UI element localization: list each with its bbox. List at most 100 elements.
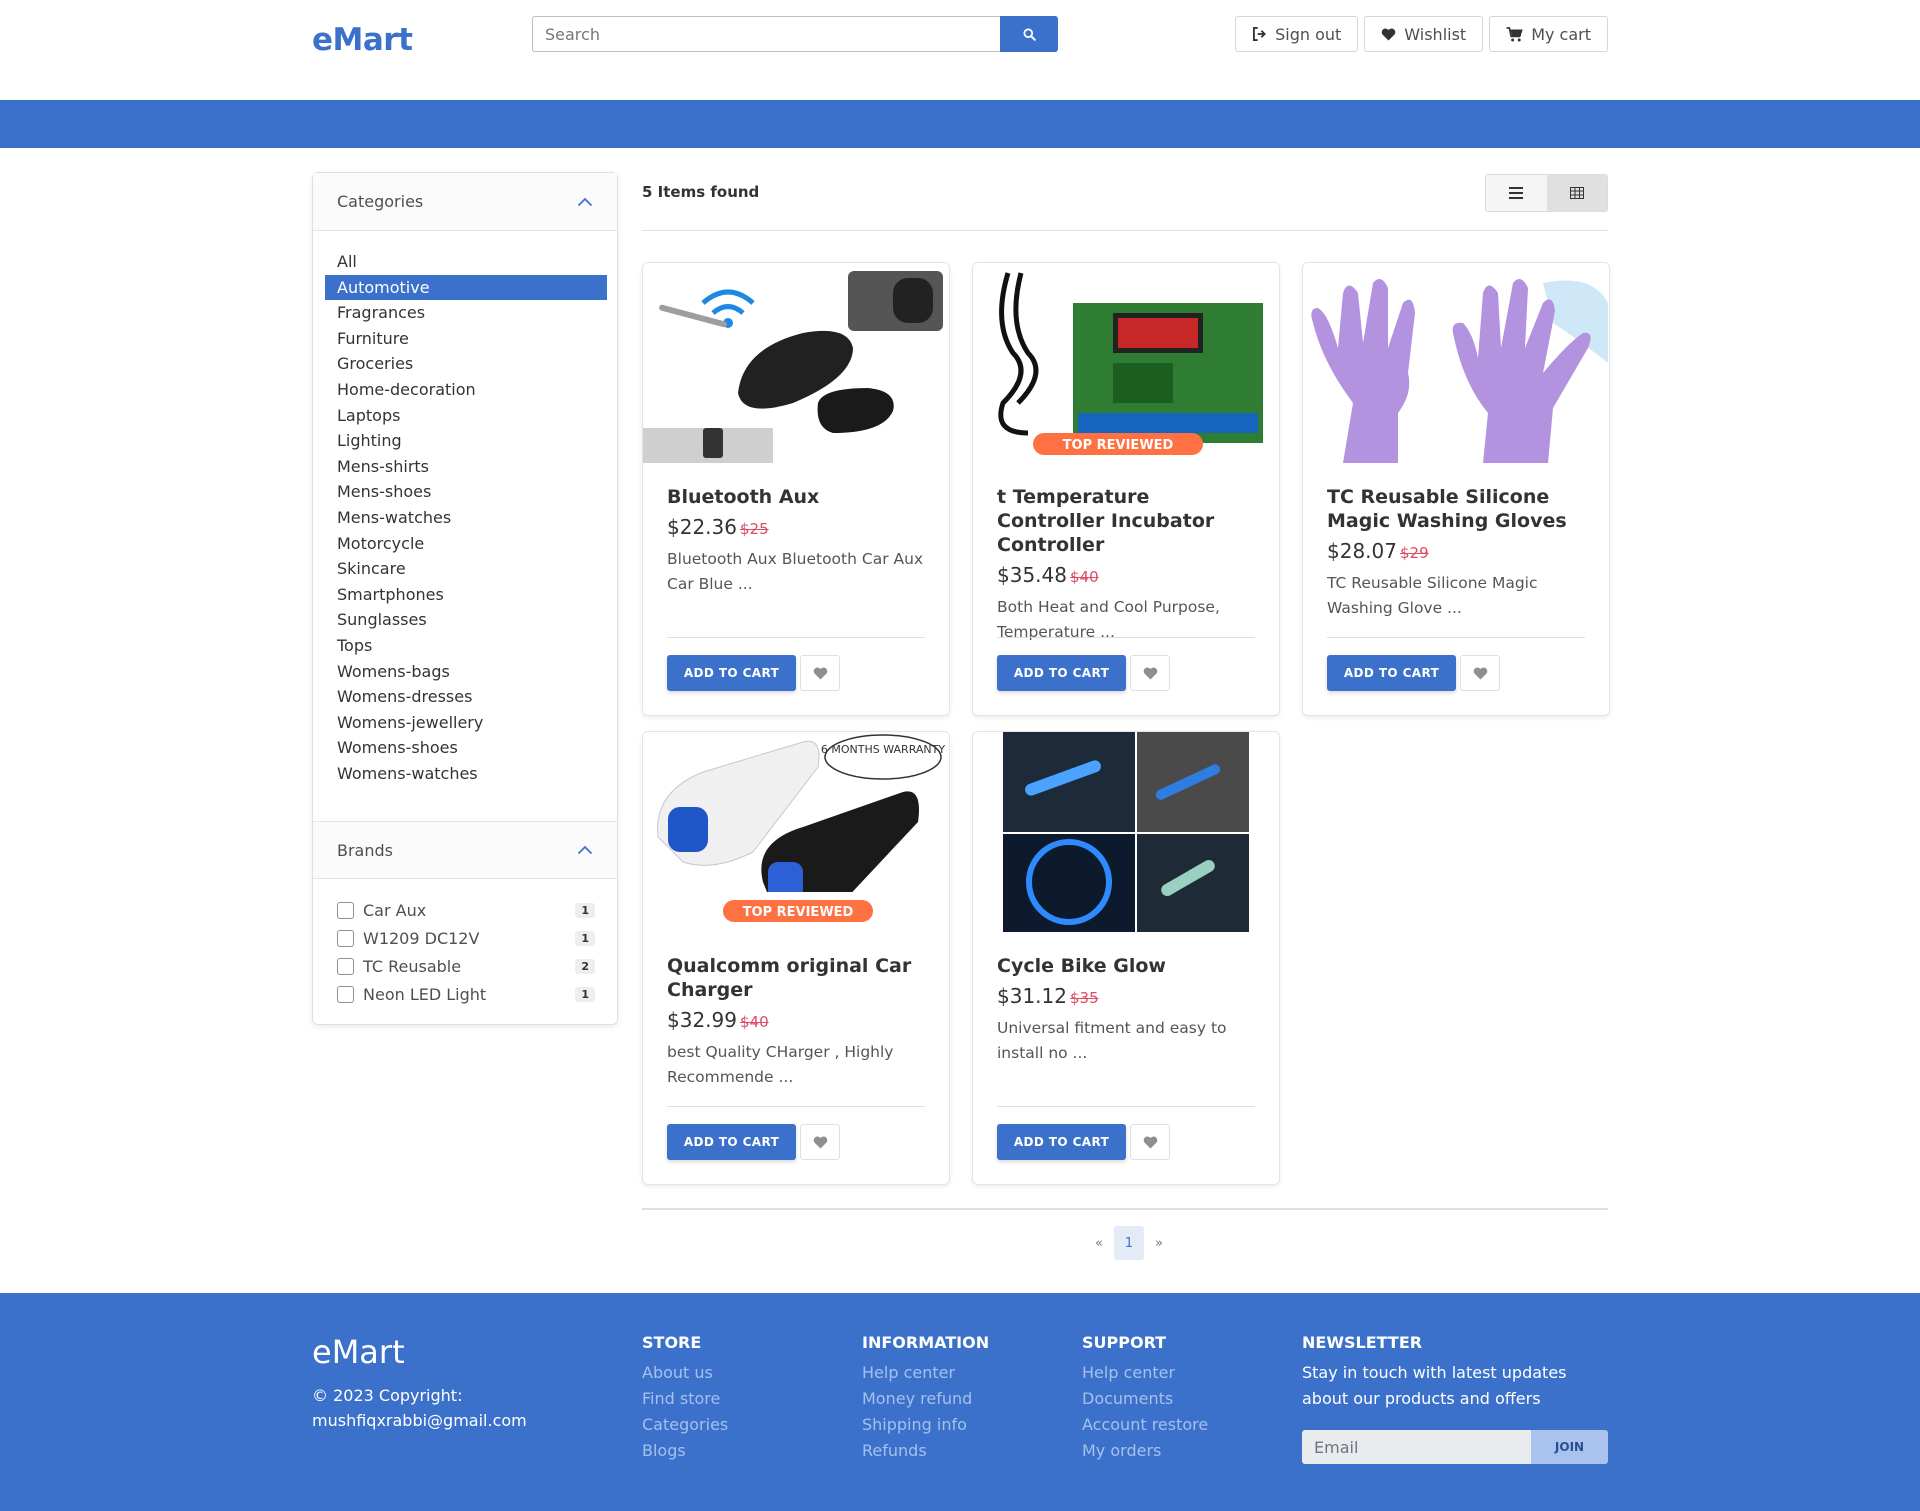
product-image[interactable] <box>1303 263 1609 463</box>
category-item-furniture[interactable]: Furniture <box>325 326 607 352</box>
category-item-mens-watches[interactable]: Mens-watches <box>325 505 607 531</box>
product-title[interactable]: Cycle Bike Glow <box>997 954 1255 978</box>
add-to-cart-button[interactable]: ADD TO CART <box>667 1124 796 1160</box>
add-to-wishlist-button[interactable] <box>800 655 840 691</box>
divider <box>997 1106 1255 1107</box>
category-item-womens-dresses[interactable]: Womens-dresses <box>325 684 607 710</box>
list-view-button[interactable] <box>1486 175 1547 211</box>
category-item-motorcycle[interactable]: Motorcycle <box>325 531 607 557</box>
footer-link-find-store[interactable]: Find store <box>642 1386 728 1412</box>
sign-out-button[interactable]: Sign out <box>1235 16 1359 52</box>
footer-link-shipping-info[interactable]: Shipping info <box>862 1412 989 1438</box>
search-input[interactable] <box>532 16 1000 52</box>
brand-checkbox[interactable] <box>337 930 354 948</box>
brands-header[interactable]: Brands <box>313 821 617 879</box>
footer-link-help-center[interactable]: Help center <box>862 1360 989 1386</box>
product-title[interactable]: TC Reusable Silicone Magic Washing Glove… <box>1327 485 1585 533</box>
pagination-page[interactable]: 1 <box>1114 1226 1144 1260</box>
footer-link-documents[interactable]: Documents <box>1082 1386 1208 1412</box>
footer-information-column: INFORMATION Help center Money refund Shi… <box>862 1333 989 1464</box>
brand-item[interactable]: TC Reusable 2 <box>337 953 595 981</box>
category-item-tops[interactable]: Tops <box>325 633 607 659</box>
category-item-womens-bags[interactable]: Womens-bags <box>325 659 607 685</box>
product-card: Cycle Bike Glow $31.12 $35 Universal fitm… <box>972 731 1280 1185</box>
footer-logo: eMart <box>312 1333 405 1371</box>
add-to-cart-button[interactable]: ADD TO CART <box>997 1124 1126 1160</box>
newsletter-join-button[interactable]: JOIN <box>1531 1430 1608 1464</box>
footer-link-my-orders[interactable]: My orders <box>1082 1438 1208 1464</box>
chevron-up-icon[interactable] <box>577 845 593 855</box>
brand-item[interactable]: Car Aux 1 <box>337 897 595 925</box>
divider <box>1327 637 1585 638</box>
product-title[interactable]: t Temperature Controller Incubator Contr… <box>997 485 1255 557</box>
category-item-skincare[interactable]: Skincare <box>325 556 607 582</box>
add-to-wishlist-button[interactable] <box>800 1124 840 1160</box>
product-image[interactable] <box>973 732 1279 932</box>
category-item-lighting[interactable]: Lighting <box>325 428 607 454</box>
categories-header[interactable]: Categories <box>313 173 617 231</box>
product-card: TC Reusable Silicone Magic Washing Glove… <box>1302 262 1610 716</box>
category-item-groceries[interactable]: Groceries <box>325 351 607 377</box>
pagination-prev[interactable]: « <box>1084 1226 1114 1260</box>
category-item-womens-jewellery[interactable]: Womens-jewellery <box>325 710 607 736</box>
brand-checkbox[interactable] <box>337 957 354 975</box>
add-to-wishlist-button[interactable] <box>1130 1124 1170 1160</box>
category-item-womens-watches[interactable]: Womens-watches <box>325 761 607 787</box>
product-title[interactable]: Qualcomm original Car Charger <box>667 954 925 1002</box>
add-to-wishlist-button[interactable] <box>1130 655 1170 691</box>
newsletter-email-input[interactable] <box>1302 1430 1531 1464</box>
site-logo[interactable]: eMart <box>312 22 413 58</box>
category-item-mens-shirts[interactable]: Mens-shirts <box>325 454 607 480</box>
product-title[interactable]: Bluetooth Aux <box>667 485 925 509</box>
pagination-next[interactable]: » <box>1144 1226 1174 1260</box>
footer-link-categories[interactable]: Categories <box>642 1412 728 1438</box>
chevron-up-icon[interactable] <box>577 197 593 207</box>
product-image[interactable]: TOP REVIEWED <box>973 263 1279 463</box>
divider <box>997 637 1255 638</box>
product-image[interactable] <box>643 263 949 463</box>
category-item-fragrances[interactable]: Fragrances <box>325 300 607 326</box>
footer-link-about-us[interactable]: About us <box>642 1360 728 1386</box>
my-cart-label: My cart <box>1531 24 1591 44</box>
footer-link-help-center[interactable]: Help center <box>1082 1360 1208 1386</box>
category-item-womens-shoes[interactable]: Womens-shoes <box>325 735 607 761</box>
category-item-mens-shoes[interactable]: Mens-shoes <box>325 479 607 505</box>
footer-link-refunds[interactable]: Refunds <box>862 1438 989 1464</box>
category-item-home-decoration[interactable]: Home-decoration <box>325 377 607 403</box>
brand-item[interactable]: W1209 DC12V 1 <box>337 925 595 953</box>
divider <box>642 230 1608 231</box>
divider <box>667 1106 925 1107</box>
wishlist-button[interactable]: Wishlist <box>1364 16 1484 52</box>
product-info: TC Reusable Silicone Magic Washing Glove… <box>1327 485 1585 621</box>
newsletter-form: JOIN <box>1302 1430 1612 1464</box>
footer-link-blogs[interactable]: Blogs <box>642 1438 728 1464</box>
brand-count-badge: 1 <box>575 986 595 1002</box>
add-to-cart-button[interactable]: ADD TO CART <box>997 655 1126 691</box>
footer-newsletter-column: NEWSLETTER Stay in touch with latest upd… <box>1302 1333 1612 1464</box>
add-to-cart-button[interactable]: ADD TO CART <box>667 655 796 691</box>
brand-name: Car Aux <box>363 901 427 921</box>
brand-count-badge: 1 <box>575 931 595 947</box>
brand-checkbox[interactable] <box>337 902 354 920</box>
category-item-all[interactable]: All <box>325 249 607 275</box>
category-item-sunglasses[interactable]: Sunglasses <box>325 607 607 633</box>
wishlist-label: Wishlist <box>1404 24 1467 44</box>
category-item-laptops[interactable]: Laptops <box>325 403 607 429</box>
brand-checkbox[interactable] <box>337 985 354 1003</box>
product-description: best Quality CHarger , Highly Recommende… <box>667 1043 894 1086</box>
add-to-wishlist-button[interactable] <box>1460 655 1500 691</box>
grid-view-button[interactable] <box>1546 175 1607 211</box>
product-image[interactable]: 6 MONTHS WARRANTY TOP REVIEWED <box>643 732 949 932</box>
footer-link-money-refund[interactable]: Money refund <box>862 1386 989 1412</box>
footer-link-account-restore[interactable]: Account restore <box>1082 1412 1208 1438</box>
product-price: $32.99 $40 <box>667 1008 925 1032</box>
my-cart-button[interactable]: My cart <box>1489 16 1608 52</box>
brand-item[interactable]: Neon LED Light 1 <box>337 980 595 1008</box>
search-button[interactable] <box>1000 16 1058 52</box>
category-item-automotive[interactable]: Automotive <box>325 274 607 301</box>
add-to-cart-button[interactable]: ADD TO CART <box>1327 655 1456 691</box>
filter-sidebar: Categories All Automotive Fragrances Fur… <box>312 172 618 1025</box>
category-item-smartphones[interactable]: Smartphones <box>325 582 607 608</box>
product-card: 6 MONTHS WARRANTY TOP REVIEWED Qualcomm … <box>642 731 950 1185</box>
old-price: $40 <box>1069 568 1099 586</box>
